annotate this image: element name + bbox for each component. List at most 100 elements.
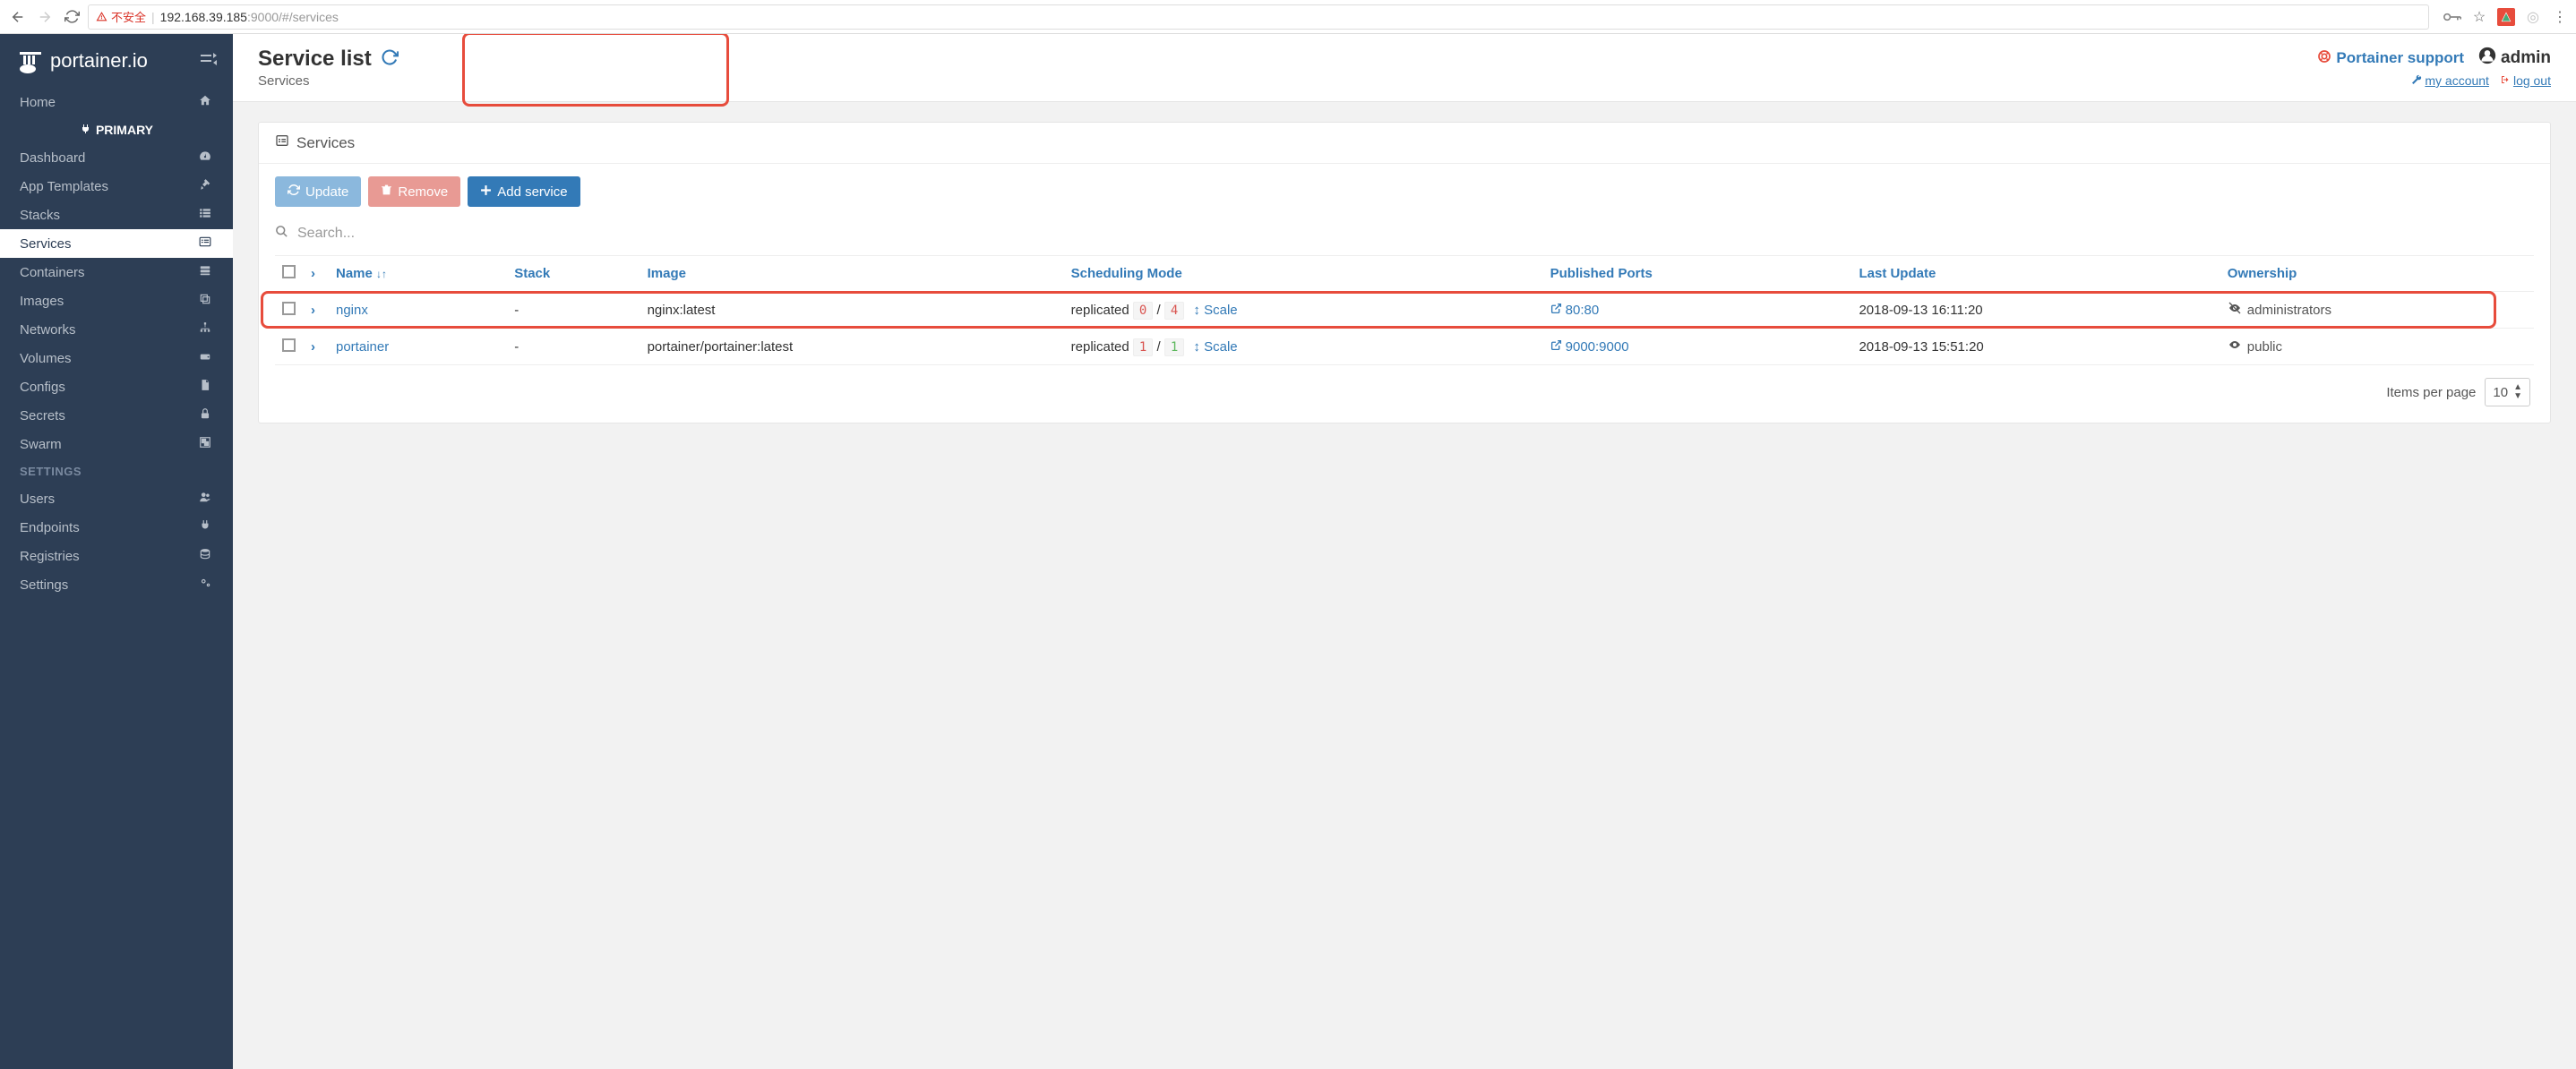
- sidebar-item-configs[interactable]: Configs: [0, 372, 233, 401]
- sitemap-icon: [197, 321, 213, 338]
- browser-back-button[interactable]: [7, 6, 29, 28]
- ownership-cell: public: [2228, 338, 2527, 355]
- updated-cell: 2018-09-13 15:51:20: [1851, 329, 2220, 365]
- page-size-select[interactable]: 10 ▲▼: [2485, 378, 2530, 406]
- column-image[interactable]: Image: [640, 256, 1064, 292]
- column-ownership[interactable]: Ownership: [2220, 256, 2534, 292]
- row-checkbox[interactable]: [282, 338, 296, 352]
- life-ring-icon: [2317, 49, 2331, 68]
- extension-icon[interactable]: [2497, 8, 2515, 26]
- service-name-link[interactable]: portainer: [336, 339, 389, 355]
- log-out-link[interactable]: log out: [2500, 73, 2551, 88]
- sidebar-toggle-icon[interactable]: [201, 53, 217, 69]
- image-cell: nginx:latest: [640, 292, 1064, 329]
- key-icon[interactable]: [2443, 8, 2461, 26]
- search-icon: [275, 225, 288, 243]
- sidebar-item-networks[interactable]: Networks: [0, 315, 233, 344]
- browser-forward-button[interactable]: [34, 6, 56, 28]
- sync-icon: [288, 184, 300, 200]
- port-link[interactable]: 9000:9000: [1550, 339, 1845, 355]
- sidebar: portainer.io Home PRIMARY Dashboard Ap: [0, 34, 233, 1069]
- my-account-link[interactable]: my account: [2411, 73, 2489, 88]
- sidebar-endpoint-label: PRIMARY: [0, 116, 233, 143]
- sidebar-settings-heading: SETTINGS: [0, 458, 233, 484]
- ownership-cell: administrators: [2228, 301, 2527, 319]
- eye-slash-icon: [2228, 301, 2242, 319]
- sidebar-header: portainer.io: [0, 34, 233, 88]
- support-link[interactable]: Portainer support: [2317, 49, 2464, 68]
- service-name-link[interactable]: nginx: [336, 303, 368, 318]
- arrows-v-icon: ↕: [1193, 303, 1200, 318]
- column-name[interactable]: Name ↓↑: [329, 256, 507, 292]
- search-input[interactable]: [297, 226, 2534, 242]
- chevron-down-icon: ▲▼: [2513, 383, 2522, 401]
- column-updated[interactable]: Last Update: [1851, 256, 2220, 292]
- update-button[interactable]: Update: [275, 176, 361, 207]
- sidebar-item-endpoints[interactable]: Endpoints: [0, 513, 233, 542]
- wrench-icon: [2411, 73, 2422, 88]
- external-link-icon: [1550, 303, 1562, 318]
- th-list-icon: [197, 207, 213, 223]
- browser-toolbar: 不安全 | 192.168.39.185:9000/#/services ☆ ◎…: [0, 0, 2576, 34]
- extension-grey-icon[interactable]: ◎: [2524, 8, 2542, 26]
- port-link[interactable]: 80:80: [1550, 303, 1845, 318]
- home-icon: [197, 94, 213, 110]
- sidebar-item-volumes[interactable]: Volumes: [0, 344, 233, 372]
- url-text: 192.168.39.185:9000/#/services: [160, 10, 339, 24]
- items-per-page-label: Items per page: [2386, 385, 2476, 400]
- user-circle-icon: [2478, 47, 2496, 70]
- logo[interactable]: portainer.io: [16, 47, 148, 75]
- running-count: 0: [1133, 302, 1153, 320]
- list-alt-icon: [197, 235, 213, 252]
- page-header: Service list Services Portainer support: [233, 34, 2576, 102]
- add-service-button[interactable]: Add service: [468, 176, 580, 207]
- row-checkbox[interactable]: [282, 302, 296, 315]
- sidebar-item-settings[interactable]: Settings: [0, 570, 233, 599]
- sidebar-item-swarm[interactable]: Swarm: [0, 430, 233, 458]
- object-group-icon: [197, 436, 213, 452]
- sidebar-item-containers[interactable]: Containers: [0, 258, 233, 286]
- sidebar-item-dashboard[interactable]: Dashboard: [0, 143, 233, 172]
- stack-cell: -: [507, 329, 640, 365]
- expand-row-icon[interactable]: ›: [311, 339, 315, 355]
- panel-header: Services: [259, 123, 2550, 164]
- plug-icon: [197, 519, 213, 535]
- sidebar-item-secrets[interactable]: Secrets: [0, 401, 233, 430]
- database-icon: [197, 548, 213, 564]
- scale-link[interactable]: ↕ Scale: [1193, 303, 1237, 318]
- star-icon[interactable]: ☆: [2470, 8, 2488, 26]
- remove-button[interactable]: Remove: [368, 176, 460, 207]
- sidebar-item-images[interactable]: Images: [0, 286, 233, 315]
- expand-all-icon[interactable]: ›: [311, 266, 315, 281]
- sidebar-item-users[interactable]: Users: [0, 484, 233, 513]
- eye-icon: [2228, 338, 2242, 355]
- sidebar-item-stacks[interactable]: Stacks: [0, 201, 233, 229]
- insecure-warning-label: 不安全: [111, 8, 146, 25]
- expand-row-icon[interactable]: ›: [311, 303, 315, 318]
- scale-link[interactable]: ↕ Scale: [1193, 339, 1237, 355]
- column-stack[interactable]: Stack: [507, 256, 640, 292]
- sidebar-item-registries[interactable]: Registries: [0, 542, 233, 570]
- sidebar-item-app-templates[interactable]: App Templates: [0, 172, 233, 201]
- user-menu[interactable]: admin: [2478, 47, 2551, 70]
- updated-cell: 2018-09-13 16:11:20: [1851, 292, 2220, 329]
- browser-menu-icon[interactable]: ⋮: [2551, 8, 2569, 26]
- desired-count: 4: [1164, 302, 1184, 320]
- browser-reload-button[interactable]: [61, 6, 82, 28]
- stack-cell: -: [507, 292, 640, 329]
- services-panel: Services Update Remove: [258, 122, 2551, 423]
- sidebar-item-home[interactable]: Home: [0, 88, 233, 116]
- browser-url-bar[interactable]: 不安全 | 192.168.39.185:9000/#/services: [88, 4, 2429, 30]
- scheduling-cell: replicated 1 / 1 ↕ Scale: [1064, 329, 1543, 365]
- sidebar-item-services[interactable]: Services: [0, 229, 233, 258]
- column-ports[interactable]: Published Ports: [1543, 256, 1852, 292]
- insecure-warning-icon: 不安全: [96, 8, 146, 25]
- image-cell: portainer/portainer:latest: [640, 329, 1064, 365]
- select-all-checkbox[interactable]: [282, 265, 296, 278]
- brand-text: portainer.io: [50, 49, 148, 73]
- refresh-icon[interactable]: [381, 48, 399, 71]
- list-icon: [275, 133, 289, 152]
- services-table: › Name ↓↑ Stack Image Scheduling Mode Pu…: [275, 255, 2534, 365]
- sort-icon: ↓↑: [376, 268, 387, 280]
- column-scheduling[interactable]: Scheduling Mode: [1064, 256, 1543, 292]
